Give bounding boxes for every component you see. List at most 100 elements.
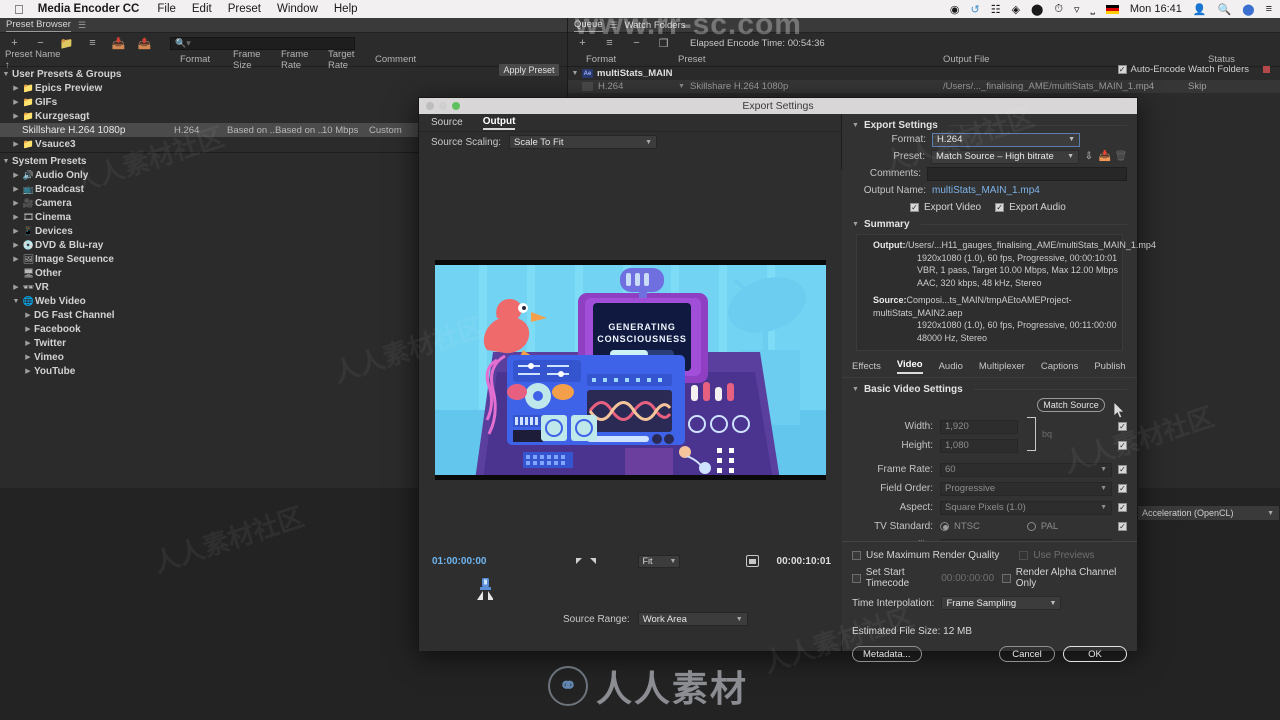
chevron-right-icon[interactable]: ▶ — [10, 112, 22, 120]
column-format[interactable]: Format — [180, 54, 233, 65]
preset-settings-icon[interactable]: ≡ — [86, 37, 99, 50]
start-timecode-value[interactable]: 00:00:00:00 — [941, 573, 994, 584]
field-order-checkbox[interactable]: ✓ — [1118, 484, 1127, 493]
app-name-label[interactable]: Media Encoder CC — [38, 3, 140, 15]
menu-help[interactable]: Help — [334, 3, 358, 15]
width-input[interactable]: 1,920 — [940, 419, 1018, 434]
airplay-icon[interactable]: ⎵ — [1090, 3, 1094, 16]
time-interpolation-dropdown[interactable]: Frame Sampling ▼ — [941, 596, 1062, 610]
ntsc-radio[interactable] — [940, 522, 949, 531]
comments-input[interactable] — [927, 166, 1127, 181]
tab-preset-browser[interactable]: Preset Browser — [6, 19, 71, 32]
search-icon[interactable]: 🔍 — [1218, 3, 1232, 16]
menu-file[interactable]: File — [157, 3, 176, 15]
chevron-right-icon[interactable]: ▶ — [22, 353, 34, 361]
tab-audio[interactable]: Audio — [939, 361, 963, 372]
apply-preset-button[interactable]: Apply Preset — [498, 63, 560, 77]
user-icon[interactable]: 👤 — [1193, 3, 1207, 16]
preset-dropdown[interactable]: Match Source – High bitrate ▼ — [931, 149, 1079, 164]
output-name-link[interactable]: multiStats_MAIN_1.mp4 — [932, 185, 1040, 196]
save-preset-icon[interactable]: ⇩ — [1083, 151, 1095, 163]
summary-header[interactable]: ▼ Summary — [852, 219, 1127, 230]
column-target-rate[interactable]: Target Rate — [328, 49, 375, 71]
use-max-render-quality-checkbox[interactable]: ✓ Use Maximum Render Quality — [852, 550, 999, 561]
hamburger-icon[interactable]: ☰ — [78, 20, 86, 31]
column-comment[interactable]: Comment — [375, 54, 445, 65]
source-range-dropdown[interactable]: Work Area ▼ — [637, 612, 748, 626]
timemachine-icon[interactable]: ⏱ — [1054, 3, 1063, 16]
tab-queue[interactable]: Queue — [574, 19, 603, 32]
apple-menu-icon[interactable]:  — [14, 3, 24, 16]
basic-video-settings-header[interactable]: ▼ Basic Video Settings — [852, 384, 1127, 395]
list-icon[interactable]: ≡ — [1266, 3, 1272, 15]
import-preset-icon[interactable]: 📥 — [112, 37, 126, 50]
export-video-checkbox[interactable]: ✓ Export Video — [910, 202, 981, 213]
menu-window[interactable]: Window — [277, 3, 318, 15]
siri-icon[interactable]: ⬤ — [1242, 3, 1254, 16]
chevron-right-icon[interactable]: ▶ — [10, 255, 22, 263]
table-row[interactable]: H.264 ▼ Skillshare H.264 1080p /Users/..… — [568, 80, 1280, 93]
width-checkbox[interactable]: ✓ — [1118, 422, 1127, 431]
tab-video[interactable]: Video — [896, 359, 923, 374]
column-frame-rate[interactable]: Frame Rate — [281, 49, 328, 71]
source-scaling-dropdown[interactable]: Scale To Fit ▼ — [509, 135, 658, 149]
column-frame-size[interactable]: Frame Size — [233, 49, 281, 71]
set-start-timecode-checkbox[interactable]: ✓ Set Start Timecode 00:00:00:00 — [852, 567, 994, 589]
add-preset-icon[interactable]: + — [8, 37, 21, 50]
playhead-icon[interactable] — [477, 578, 494, 602]
height-checkbox[interactable]: ✓ — [1118, 441, 1127, 450]
mark-in-icon[interactable] — [576, 558, 583, 564]
chevron-down-icon[interactable]: ▼ — [678, 83, 690, 90]
flag-icon[interactable] — [1105, 4, 1119, 14]
chevron-right-icon[interactable]: ▶ — [10, 227, 22, 235]
chevron-down-icon[interactable]: ▼ — [568, 70, 582, 77]
hamburger-icon[interactable]: ☰ — [610, 20, 618, 31]
chevron-down-icon[interactable]: ▼ — [852, 221, 859, 228]
tab-output[interactable]: Output — [482, 116, 516, 130]
new-folder-icon[interactable]: 📁 — [60, 37, 74, 50]
aspect-checkbox[interactable]: ✓ — [1118, 503, 1127, 512]
tab-effects[interactable]: Effects — [852, 361, 881, 372]
chevron-right-icon[interactable]: ▶ — [22, 325, 34, 333]
tree-item[interactable]: ▶ 📁 Epics Preview — [0, 81, 567, 95]
zoom-level-dropdown[interactable]: Fit ▼ — [638, 554, 681, 568]
import-preset-icon[interactable]: 📥 — [1099, 151, 1111, 163]
tab-captions[interactable]: Captions — [1041, 361, 1079, 372]
cancel-button[interactable]: Cancel — [999, 646, 1055, 662]
format-dropdown[interactable]: H.264 ▼ — [932, 132, 1080, 147]
match-source-button[interactable]: Match Source — [1037, 398, 1105, 412]
height-input[interactable]: 1,080 — [940, 438, 1018, 453]
chevron-right-icon[interactable]: ▶ — [10, 283, 22, 291]
chevron-down-icon[interactable]: ▼ — [852, 386, 859, 393]
chevron-right-icon[interactable]: ▶ — [22, 311, 34, 319]
tab-publish[interactable]: Publish — [1094, 361, 1125, 372]
tab-multiplexer[interactable]: Multiplexer — [979, 361, 1025, 372]
chevron-down-icon[interactable]: ▼ — [10, 298, 22, 305]
chevron-down-icon[interactable]: ▼ — [0, 158, 12, 165]
acceleration-dropdown[interactable]: Acceleration (OpenCL) ▼ — [1136, 505, 1280, 521]
remove-preset-icon[interactable]: − — [34, 37, 47, 50]
remove-icon[interactable]: − — [630, 37, 643, 50]
chevron-down-icon[interactable]: ▼ — [0, 71, 12, 78]
clock-label[interactable]: Mon 16:41 — [1130, 3, 1182, 15]
chevron-right-icon[interactable]: ▶ — [22, 339, 34, 347]
tv-standard-checkbox[interactable]: ✓ — [1118, 522, 1127, 531]
current-timecode[interactable]: 01:00:00:00 — [432, 556, 486, 567]
export-settings-header[interactable]: ▼ Export Settings — [852, 120, 1127, 131]
cloud-icon[interactable]: ◈ — [1012, 3, 1020, 16]
mark-out-icon[interactable] — [590, 558, 597, 564]
chevron-right-icon[interactable]: ▶ — [10, 213, 22, 221]
export-preset-icon[interactable]: 📤 — [138, 37, 152, 50]
basic-video-settings-scroll[interactable]: ▼ Basic Video Settings Match Source Widt… — [842, 378, 1137, 553]
refresh-icon[interactable]: ↺ — [970, 3, 979, 16]
add-source-icon[interactable]: + — [576, 37, 589, 50]
stop-queue-icon[interactable] — [1263, 66, 1270, 73]
export-range-icon[interactable] — [746, 555, 760, 567]
column-preset-name[interactable]: Preset Name ↑ — [0, 49, 180, 71]
add-output-icon[interactable]: ≡ — [603, 37, 616, 50]
chevron-down-icon[interactable]: ▼ — [852, 122, 859, 129]
column-preset[interactable]: Preset — [678, 54, 943, 65]
metadata-button[interactable]: Metadata... — [852, 646, 922, 662]
menu-preset[interactable]: Preset — [228, 3, 261, 15]
field-order-dropdown[interactable]: Progressive ▼ — [940, 481, 1112, 496]
